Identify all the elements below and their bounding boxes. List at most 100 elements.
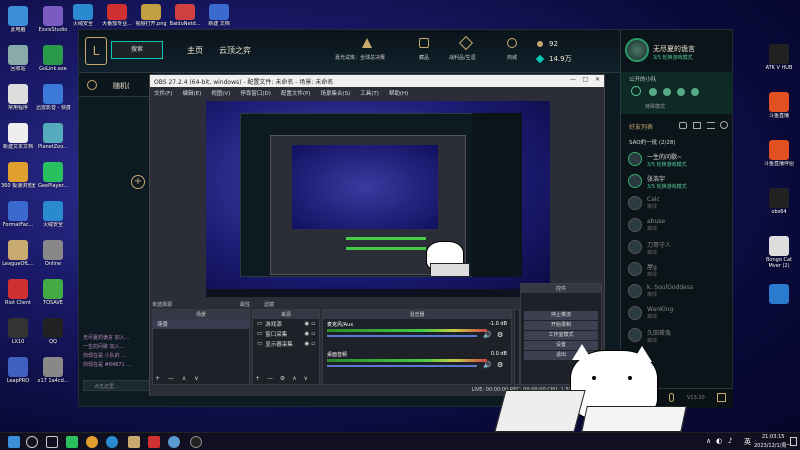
wechat-icon[interactable] [66, 436, 78, 448]
desktop-shortcut[interactable]: 斗鱼直播 [762, 92, 796, 119]
desktop-shortcut[interactable] [762, 284, 796, 305]
menu-item[interactable]: 停靠窗口(D) [240, 91, 271, 97]
friend-item[interactable]: 久田茶兔 离线 [621, 325, 733, 347]
desktop-shortcut[interactable]: 视频打开.png [134, 4, 168, 27]
desktop-shortcut[interactable]: QQ [36, 318, 70, 345]
party-slot-icon[interactable] [663, 88, 671, 96]
friend-item[interactable]: WanKing 离线 [621, 303, 733, 325]
filters-button[interactable]: 滤镜 [264, 301, 274, 308]
edge-icon[interactable] [106, 436, 118, 448]
volume-slider[interactable] [327, 365, 477, 367]
worlds-icon[interactable] [362, 38, 372, 48]
desktop-shortcut[interactable]: GoLink.exe [36, 45, 70, 72]
move-down-icon[interactable]: ∨ [304, 375, 308, 382]
friend-item[interactable]: Calc 离线 [621, 193, 733, 215]
obs-taskbar-icon[interactable] [190, 436, 202, 448]
party-slot-icon[interactable] [691, 88, 699, 96]
tray-volume-icon[interactable]: ♪ [728, 437, 732, 445]
desktop-shortcut[interactable]: 此电脑 [1, 6, 35, 33]
desktop-shortcut[interactable]: 火绒安全 [66, 4, 100, 27]
desktop-shortcut[interactable]: BaiduNetd... [168, 4, 202, 27]
notification-icon[interactable] [790, 437, 797, 446]
visibility-eye-icon[interactable]: ◉ [304, 331, 309, 337]
desktop-shortcut[interactable]: FormatFac... [1, 201, 35, 228]
menu-item[interactable]: 文件(F) [154, 91, 172, 97]
lock-icon[interactable]: ▫ [311, 341, 315, 347]
desktop-shortcut[interactable]: 常用程序 [1, 84, 35, 111]
menu-item[interactable]: 帮助(H) [389, 91, 408, 97]
clock-time[interactable]: 21:03:15 [762, 434, 784, 440]
move-up-icon[interactable]: ∧ [292, 375, 296, 382]
chat-input[interactable]: 点击这里... [83, 380, 153, 391]
browser-icon[interactable] [86, 436, 98, 448]
source-item[interactable]: ▭ 窗口采集 ◉ ▫ [253, 329, 319, 339]
scene-item[interactable]: 场景 [153, 319, 249, 329]
party-slot-icon[interactable] [649, 88, 657, 96]
back-icon[interactable] [87, 80, 97, 90]
friend-group-header[interactable]: SAO的一批 (2/28) [629, 138, 675, 146]
lol-taskbar-icon[interactable] [128, 436, 140, 448]
add-folder-icon[interactable] [693, 122, 701, 129]
desktop-shortcut[interactable]: 大番茄专业... [100, 4, 134, 27]
help-icon[interactable] [717, 393, 726, 402]
desktop-shortcut[interactable]: LeagueOfL... [1, 240, 35, 267]
desktop-shortcut[interactable]: LeapPRO [1, 357, 35, 384]
task-view-icon[interactable] [46, 436, 58, 448]
friend-item[interactable]: abuse 离线 [621, 215, 733, 237]
gear-icon[interactable]: ⚙ [497, 331, 503, 339]
source-settings-icon[interactable]: ⚙ [280, 375, 285, 382]
desktop-shortcut[interactable]: Riot Client [1, 279, 35, 306]
desktop-shortcut[interactable]: ATK V HUB [762, 44, 796, 71]
desktop-shortcut[interactable]: Online [36, 240, 70, 267]
search-icon[interactable] [26, 436, 38, 448]
nav-tab-home[interactable]: 主页 [187, 45, 203, 56]
sort-icon[interactable] [707, 122, 715, 129]
nav-tab-tft[interactable]: 云顶之弈 [219, 45, 251, 56]
play-button[interactable]: 搜索 [111, 41, 163, 59]
desktop-shortcut[interactable]: 360 极速浏览器X [1, 162, 35, 189]
lock-icon[interactable]: ▫ [311, 331, 315, 337]
control-button[interactable]: 开始录制 [524, 321, 598, 330]
desktop-shortcut[interactable]: 迅雷影音 - 快捷方式 [36, 84, 70, 111]
friend-item[interactable]: 刀哥守人 离线 [621, 237, 733, 259]
control-button[interactable]: 工作室模式 [524, 331, 598, 340]
speaker-icon[interactable]: 🔊 [483, 361, 492, 369]
lol-logo-icon[interactable]: L [85, 37, 107, 65]
source-item[interactable]: ▭ 显示器采集 ◉ ▫ [253, 339, 319, 349]
tray-network-icon[interactable]: ◐ [716, 437, 722, 445]
desktop-shortcut[interactable]: TOSAVE [36, 279, 70, 306]
desktop-shortcut[interactable]: PlanetZoo... [36, 123, 70, 150]
search-friends-icon[interactable] [720, 121, 728, 129]
minimize-button[interactable]: — [570, 76, 576, 83]
control-button[interactable]: 停止推流 [524, 311, 598, 320]
maximize-button[interactable]: □ [582, 76, 588, 83]
remove-source-icon[interactable]: — [267, 375, 273, 382]
visibility-eye-icon[interactable]: ◉ [304, 321, 309, 327]
lock-icon[interactable]: ▫ [311, 321, 315, 327]
store-icon[interactable] [507, 38, 517, 48]
source-item[interactable]: ▭ 游戏源 ◉ ▫ [253, 319, 319, 329]
desktop-shortcut[interactable]: EsvisStudio [36, 6, 70, 33]
collection-icon[interactable] [419, 38, 429, 48]
desktop-shortcut[interactable]: 新建文本文档 [1, 123, 35, 150]
remove-scene-icon[interactable]: — [168, 375, 174, 382]
desktop-shortcut[interactable]: obs64 [762, 188, 796, 215]
desktop-shortcut[interactable]: 火绒安全 [36, 201, 70, 228]
menu-item[interactable]: 编辑(E) [182, 91, 201, 97]
add-scene-icon[interactable]: + [155, 375, 160, 382]
obs-preview[interactable] [206, 101, 550, 297]
desktop-shortcut[interactable]: Bongo Cat Mver (2) [762, 236, 796, 269]
cloud-icon[interactable] [168, 436, 180, 448]
visibility-eye-icon[interactable]: ◉ [304, 341, 309, 347]
menu-item[interactable]: 配置文件(P) [281, 91, 311, 97]
menu-item[interactable]: 工具(T) [360, 91, 379, 97]
invite-plus-icon[interactable]: + [131, 175, 145, 189]
clock-date[interactable]: 2023/12/1/周一 [754, 442, 791, 449]
party-member-icon[interactable] [631, 86, 641, 96]
volume-slider[interactable] [327, 335, 477, 337]
move-down-icon[interactable]: ∨ [194, 375, 198, 382]
menu-item[interactable]: 视图(V) [211, 91, 230, 97]
properties-button[interactable]: 属性 [240, 301, 250, 308]
friend-item[interactable]: k. SoulGoddess 离线 [621, 281, 733, 303]
ime-indicator[interactable]: 英 [744, 437, 751, 447]
